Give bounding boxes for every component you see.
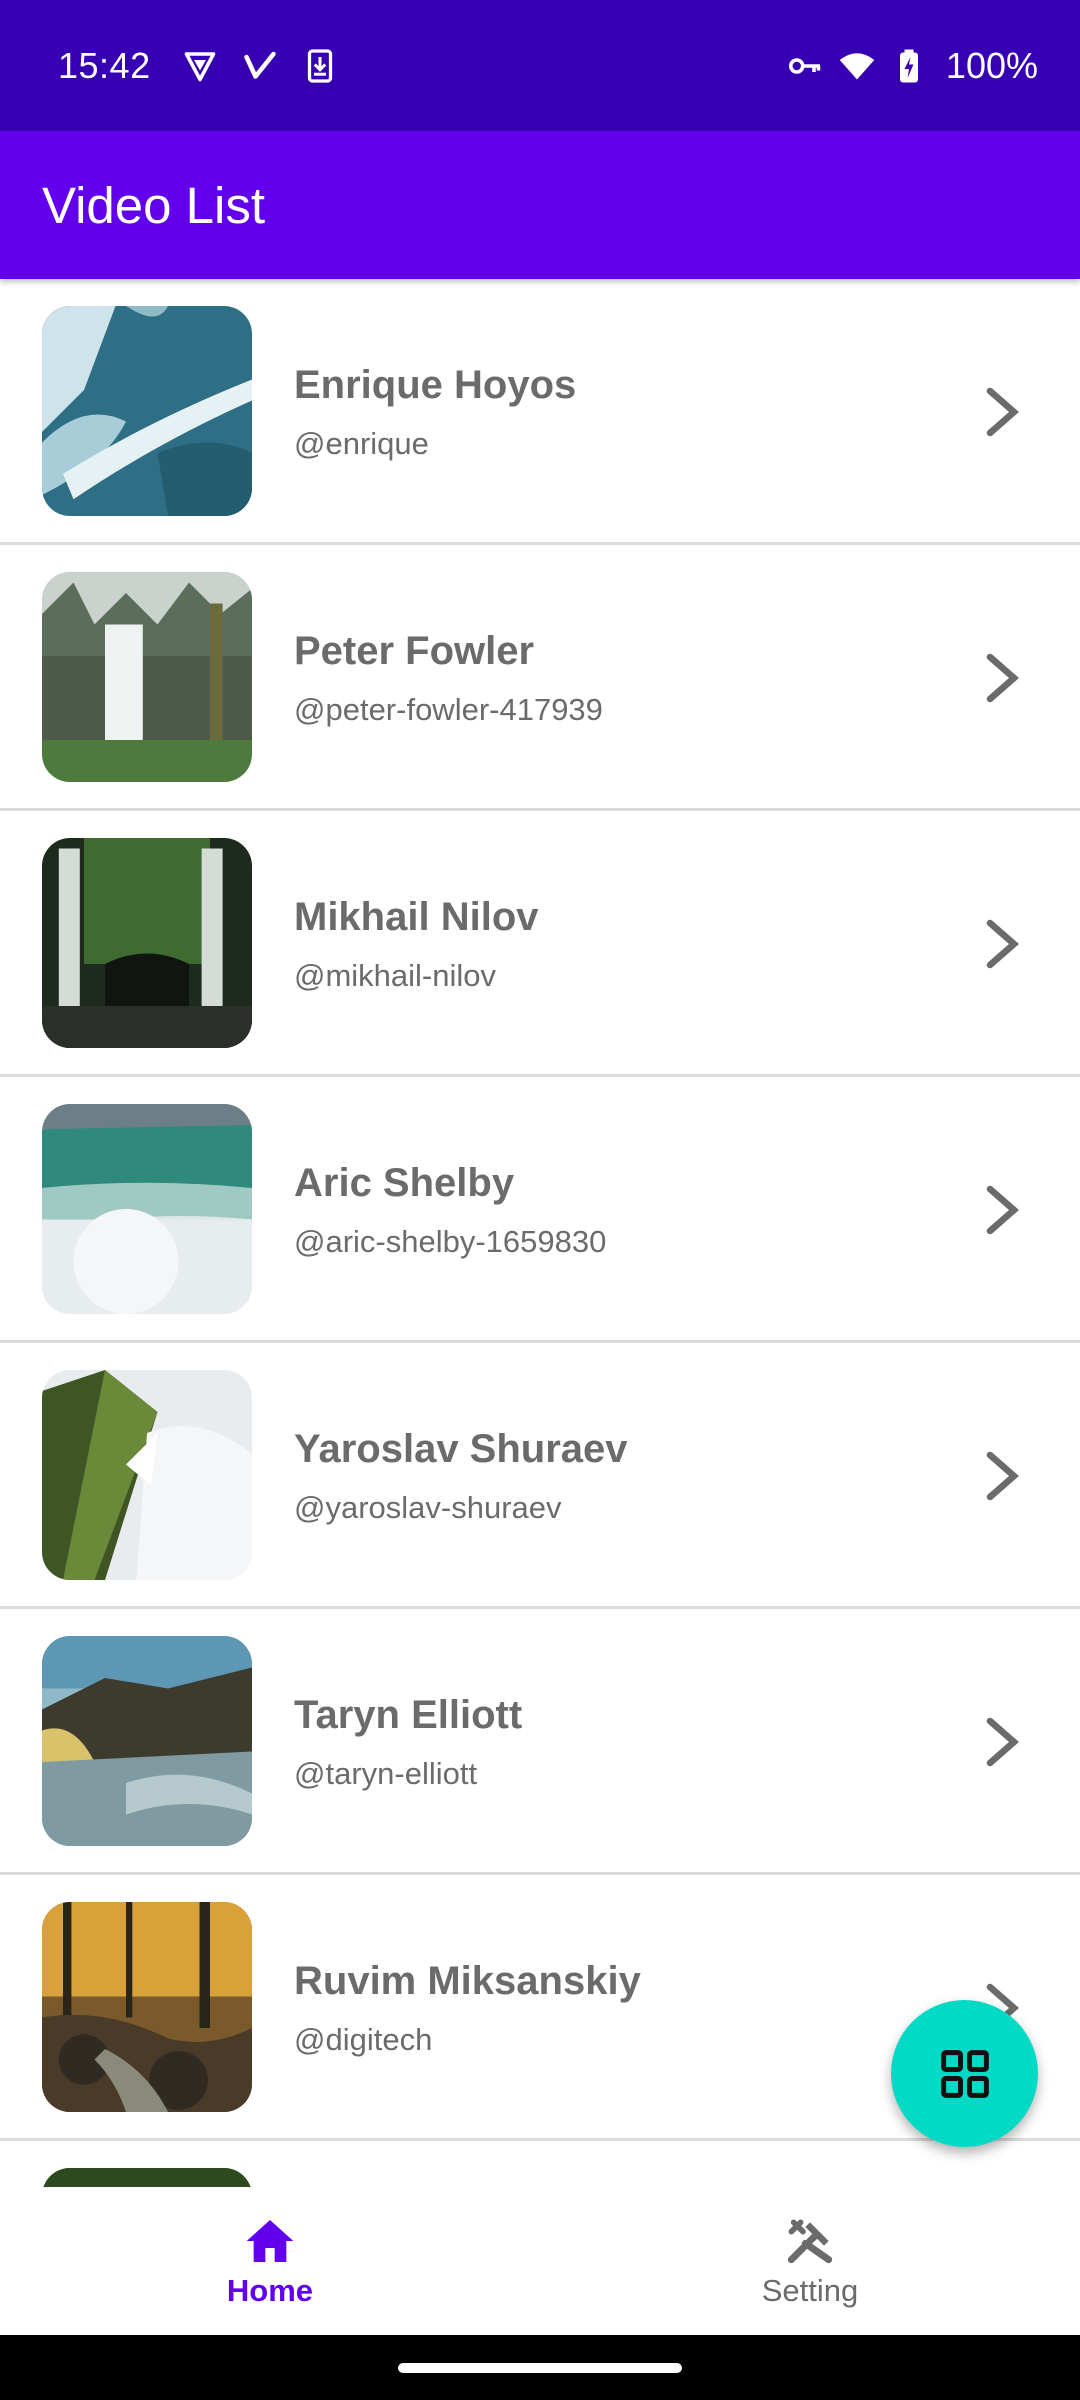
- bottom-navigation: Home Setting: [0, 2187, 1080, 2335]
- video-author-name: Enrique Hoyos: [294, 362, 577, 407]
- status-bar: 15:42 100%: [0, 0, 1080, 131]
- download-icon: [301, 47, 339, 85]
- key-icon: [786, 47, 824, 85]
- video-info: Aric Shelby @aric-shelby-1659830: [294, 1077, 606, 1343]
- video-author-name: Taryn Elliott: [294, 1692, 523, 1737]
- v-app-icon: [241, 47, 279, 85]
- video-list-item[interactable]: Enrique Hoyos @enrique: [0, 279, 1080, 545]
- system-navigation-bar: [0, 2335, 1080, 2400]
- status-left: 15:42: [58, 45, 361, 87]
- video-author-name: Yaroslav Shuraev: [294, 1426, 628, 1471]
- video-thumbnail: [42, 1902, 252, 2112]
- video-list-item[interactable]: Aric Shelby @aric-shelby-1659830: [0, 1077, 1080, 1343]
- chevron-right-icon: [984, 1183, 1020, 1237]
- video-info: Mikhail Nilov @mikhail-nilov: [294, 811, 539, 1077]
- video-author-handle: @yaroslav-shuraev: [294, 1489, 562, 1525]
- nav-item-home[interactable]: Home: [0, 2187, 540, 2335]
- video-list-item[interactable]: Peter Fowler @peter-fowler-417939: [0, 545, 1080, 811]
- video-author-name: Peter Fowler: [294, 628, 535, 673]
- video-author-handle: @digitech: [294, 2021, 433, 2057]
- battery-percent: 100%: [945, 44, 1038, 86]
- wifi-icon: [838, 47, 876, 85]
- video-thumbnail: [42, 572, 252, 782]
- video-author-name: Ruvim Miksanskiy: [294, 1958, 641, 2003]
- video-thumbnail: [42, 306, 252, 516]
- video-author-handle: @taryn-elliott: [294, 1755, 478, 1791]
- status-time: 15:42: [58, 44, 151, 86]
- vpn-shield-icon: [181, 47, 219, 85]
- tools-icon: [782, 2213, 838, 2269]
- nav-item-setting[interactable]: Setting: [540, 2187, 1080, 2335]
- video-info: Yaroslav Shuraev @yaroslav-shuraev: [294, 1343, 628, 1609]
- video-thumbnail: [42, 1104, 252, 1314]
- video-list-item[interactable]: [0, 2141, 1080, 2187]
- video-thumbnail: [42, 1370, 252, 1580]
- video-thumbnail: [42, 838, 252, 1048]
- grid-icon: [940, 2049, 989, 2098]
- home-icon: [242, 2213, 298, 2269]
- video-list-item[interactable]: Yaroslav Shuraev @yaroslav-shuraev: [0, 1343, 1080, 1609]
- video-info: Peter Fowler @peter-fowler-417939: [294, 545, 603, 811]
- video-author-handle: @mikhail-nilov: [294, 957, 497, 993]
- video-info: Enrique Hoyos @enrique: [294, 279, 576, 545]
- battery-charging-icon: [890, 47, 928, 85]
- video-author-name: Aric Shelby: [294, 1160, 515, 1205]
- video-info: Taryn Elliott @taryn-elliott: [294, 1609, 522, 1875]
- video-info: Ruvim Miksanskiy @digitech: [294, 1875, 641, 2141]
- video-author-handle: @peter-fowler-417939: [294, 691, 603, 727]
- screen: 15:42 100% Video List Enrique Hoyos @enr…: [0, 0, 1080, 2400]
- video-list-item[interactable]: Taryn Elliott @taryn-elliott: [0, 1609, 1080, 1875]
- grid-view-fab[interactable]: [891, 2000, 1038, 2147]
- status-right: 100%: [786, 45, 1038, 87]
- chevron-right-icon: [984, 651, 1020, 705]
- video-thumbnail: [42, 1636, 252, 1846]
- chevron-right-icon: [984, 917, 1020, 971]
- video-list-item[interactable]: Mikhail Nilov @mikhail-nilov: [0, 811, 1080, 1077]
- page-title: Video List: [42, 176, 266, 234]
- nav-label-setting: Setting: [761, 2273, 859, 2308]
- video-author-handle: @aric-shelby-1659830: [294, 1223, 607, 1259]
- app-bar: Video List: [0, 131, 1080, 279]
- video-thumbnail: [42, 2168, 252, 2187]
- chevron-right-icon: [984, 1715, 1020, 1769]
- gesture-handle[interactable]: [398, 2363, 682, 2373]
- chevron-right-icon: [984, 385, 1020, 439]
- video-author-name: Mikhail Nilov: [294, 894, 539, 939]
- nav-label-home: Home: [226, 2273, 314, 2308]
- chevron-right-icon: [984, 1449, 1020, 1503]
- video-author-handle: @enrique: [294, 425, 429, 461]
- video-list[interactable]: Enrique Hoyos @enrique Peter Fowler @pet…: [0, 279, 1080, 2187]
